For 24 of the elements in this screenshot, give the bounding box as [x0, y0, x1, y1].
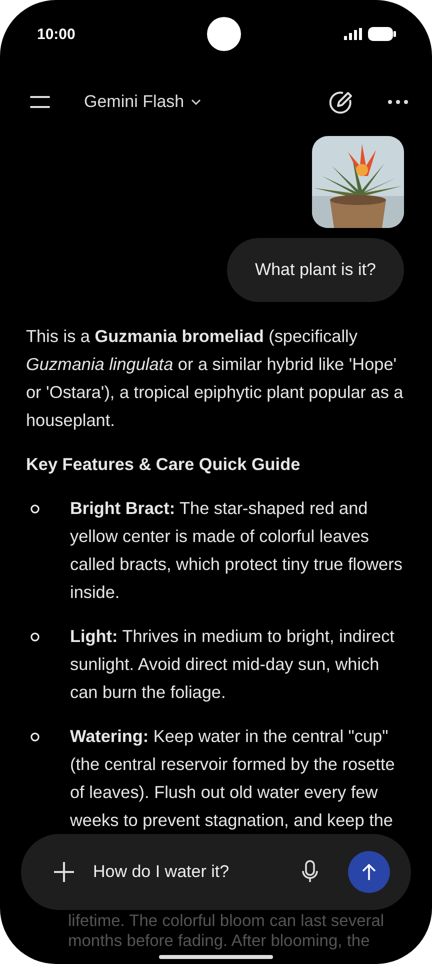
- signal-icon: [344, 28, 362, 40]
- microphone-icon[interactable]: [302, 860, 318, 884]
- chevron-down-icon: [190, 98, 202, 106]
- faded-text: lifetime. The colorful bloom can last several months before fading. After blooming, the: [68, 911, 386, 951]
- section-heading: Key Features & Care Quick Guide: [26, 453, 302, 476]
- arrow-up-icon: [361, 863, 377, 881]
- menu-icon[interactable]: [30, 96, 50, 108]
- new-chat-icon[interactable]: [328, 89, 354, 115]
- status-time: 10:00: [37, 26, 76, 42]
- list-item-text: Watering: Keep water in the central "cup" (the central reservoir formed by the rosette of leaves). Flush out old water every few weeks to prevent stagnation, and keep the: [70, 725, 396, 832]
- list-item-text: Light: Thrives in medium to bright, indirect sunlight. Avoid direct mid-day sun, which can burn the foliage.: [70, 625, 396, 704]
- user-message: What plant is it?: [227, 238, 404, 302]
- bullet-icon: [30, 732, 40, 742]
- add-icon[interactable]: [53, 861, 75, 883]
- list-item-text: Bright Bract: The star-shaped red and yellow center is made of colorful leaves called bracts, which protect tiny true flowers inside.: [70, 497, 404, 604]
- bullet-icon: [30, 632, 40, 642]
- model-selector[interactable]: Gemini Flash: [84, 92, 202, 112]
- battery-icon: [368, 27, 396, 41]
- bullet-icon: [30, 504, 40, 514]
- camera-hole: [206, 17, 241, 51]
- more-icon[interactable]: [388, 100, 408, 104]
- message-input[interactable]: How do I water it?: [93, 862, 284, 882]
- send-button[interactable]: [348, 851, 390, 893]
- response-paragraph: This is a Guzmania bromeliad (specifically Guzmania lingulata or a similar hybrid like 'Hope' or 'Ostara'), a tropical epiphytic plant popular as a houseplant.: [26, 325, 404, 432]
